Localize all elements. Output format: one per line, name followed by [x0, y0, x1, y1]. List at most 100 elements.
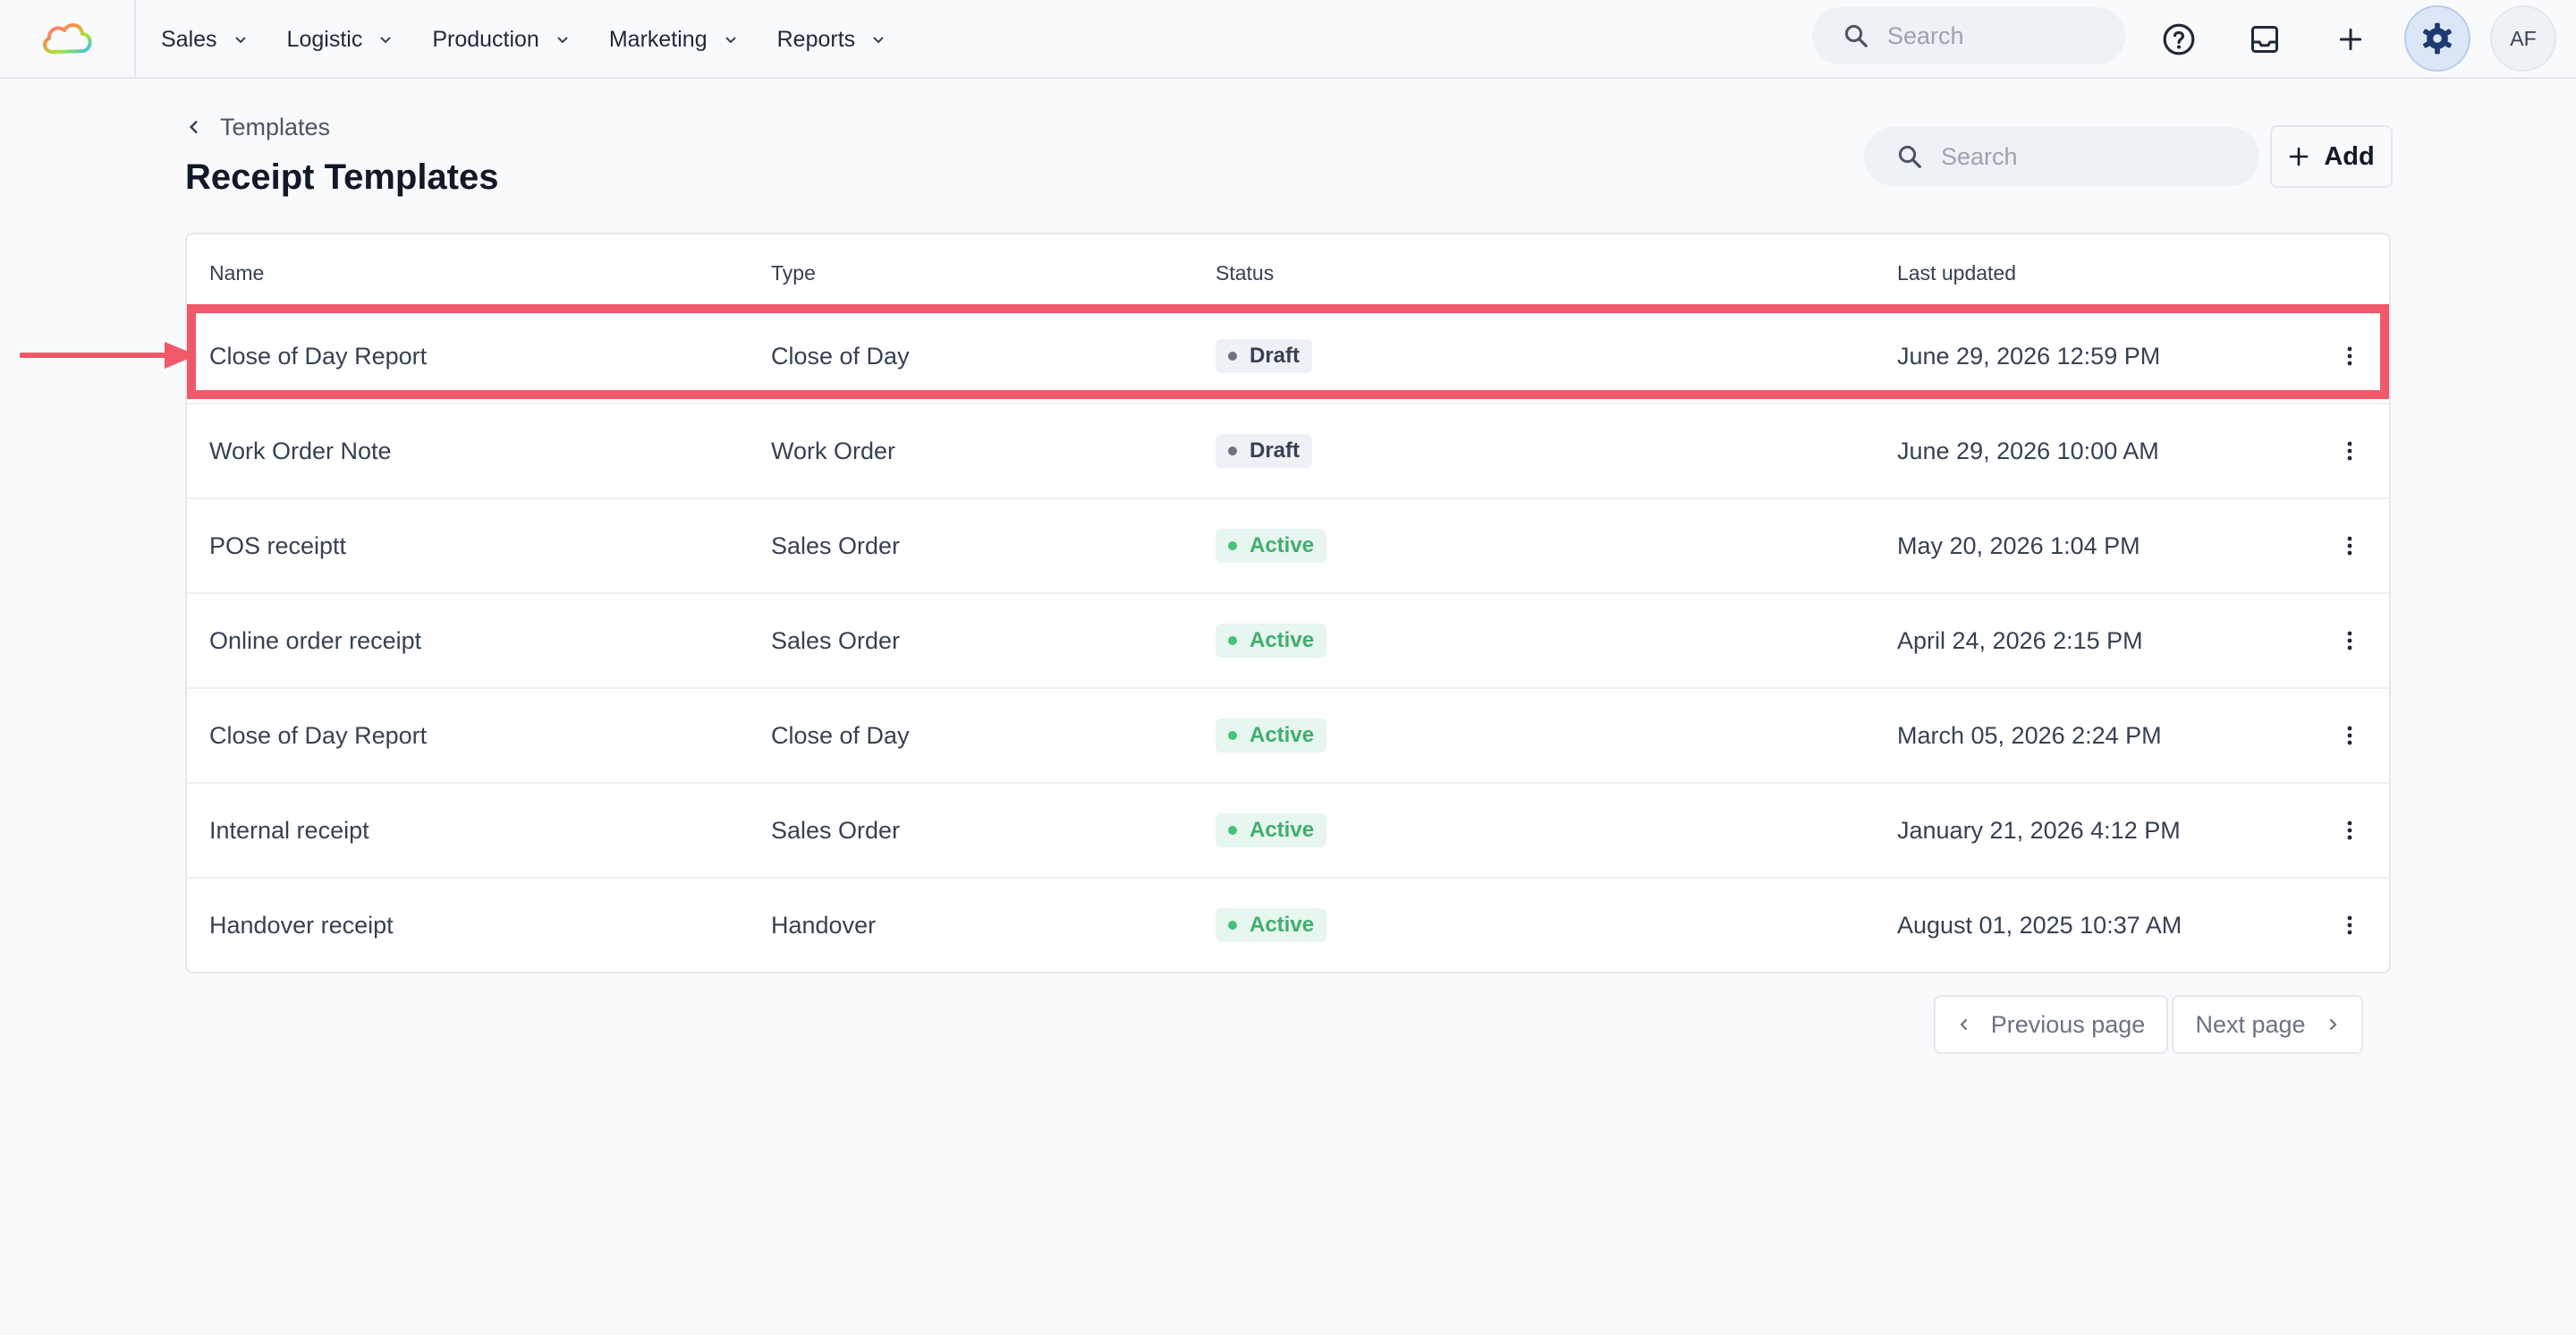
- status-label: Draft: [1250, 438, 1301, 463]
- template-type: Sales Order: [771, 816, 901, 844]
- status-cell: Active: [1216, 594, 1327, 687]
- status-badge: Active: [1216, 813, 1327, 847]
- table-row[interactable]: Online order receipt Sales Order Active Apr…: [187, 592, 2389, 687]
- add-template-button[interactable]: Add: [2270, 125, 2393, 188]
- more-vertical-icon: [2347, 726, 2352, 745]
- column-header-type[interactable]: Type: [771, 261, 816, 285]
- help-button[interactable]: [2154, 14, 2204, 64]
- more-vertical-icon: [2347, 346, 2352, 366]
- template-name[interactable]: POS receiptt: [209, 499, 346, 592]
- help-icon: [2163, 23, 2195, 55]
- column-header-name[interactable]: Name: [209, 261, 264, 285]
- table-row[interactable]: POS receiptt Sales Order Active May 20, 202…: [187, 497, 2389, 592]
- template-name[interactable]: Close of Day Report: [209, 310, 427, 403]
- plus-icon: [2339, 28, 2362, 51]
- more-vertical-icon: [2347, 915, 2352, 935]
- nav-item-logistic[interactable]: Logistic: [287, 13, 394, 66]
- template-type: Sales Order: [771, 626, 901, 654]
- cloud-logo-icon: [43, 23, 92, 54]
- nav-label: Sales: [161, 26, 217, 52]
- table-row[interactable]: Close of Day Report Close of Day Draft June…: [187, 308, 2389, 403]
- template-name[interactable]: Online order receipt: [209, 594, 421, 687]
- status-badge: Active: [1216, 908, 1327, 942]
- search-icon: [1898, 145, 1921, 168]
- column-header-last-updated[interactable]: Last updated: [1897, 261, 2016, 285]
- status-cell: Active: [1216, 879, 1327, 972]
- status-dot-icon: [1228, 352, 1237, 361]
- nav-item-sales[interactable]: Sales: [161, 13, 248, 66]
- arrow-pointer-icon: [20, 342, 197, 369]
- template-type: Sales Order: [771, 531, 901, 559]
- status-dot-icon: [1228, 446, 1237, 455]
- status-cell: Active: [1216, 499, 1327, 592]
- last-updated: June 29, 2026 10:00 AM: [1897, 437, 2159, 464]
- status-cell: Draft: [1216, 310, 1313, 403]
- chevron-right-icon: [2329, 1018, 2337, 1031]
- status-dot-icon: [1228, 636, 1237, 645]
- last-updated: June 29, 2026 12:59 PM: [1897, 342, 2161, 370]
- status-badge: Active: [1216, 624, 1327, 658]
- nav-label: Reports: [776, 26, 856, 52]
- template-type: Work Order: [771, 437, 896, 464]
- row-actions-button[interactable]: [2332, 404, 2368, 497]
- breadcrumb-back-link[interactable]: Templates: [186, 111, 330, 143]
- status-dot-icon: [1228, 541, 1237, 550]
- status-badge: Active: [1216, 719, 1327, 753]
- column-header-status[interactable]: Status: [1216, 261, 1274, 285]
- inbox-icon: [2251, 26, 2278, 53]
- chevron-left-icon: [1960, 1018, 1967, 1031]
- status-badge: Draft: [1216, 434, 1313, 468]
- row-actions-button[interactable]: [2332, 784, 2368, 877]
- avatar-initials: AF: [2510, 26, 2537, 50]
- inbox-button[interactable]: [2240, 14, 2290, 64]
- next-page-button[interactable]: Next page: [2172, 995, 2363, 1054]
- gear-icon: [2423, 22, 2452, 55]
- global-search-input[interactable]: [1887, 21, 2084, 50]
- templates-table: Name Type Status Last updated Close of D…: [185, 233, 2391, 974]
- row-actions-button[interactable]: [2332, 499, 2368, 592]
- create-button[interactable]: [2326, 14, 2376, 64]
- status-label: Active: [1250, 533, 1315, 557]
- breadcrumb-label: Templates: [220, 113, 331, 140]
- row-actions-button[interactable]: [2332, 689, 2368, 782]
- app-logo[interactable]: [0, 0, 136, 79]
- last-updated: January 21, 2026 4:12 PM: [1897, 816, 2181, 844]
- row-actions-button[interactable]: [2332, 310, 2368, 403]
- row-actions-button[interactable]: [2332, 879, 2368, 972]
- global-search[interactable]: [1812, 7, 2125, 64]
- previous-page-button[interactable]: Previous page: [1934, 995, 2168, 1054]
- nav-item-production[interactable]: Production: [432, 13, 570, 66]
- template-search-input[interactable]: [1941, 142, 2138, 171]
- status-badge: Draft: [1216, 339, 1313, 373]
- page-title: Receipt Templates: [185, 157, 499, 197]
- next-page-label: Next page: [2195, 1010, 2306, 1038]
- chevron-down-icon: [873, 37, 884, 44]
- status-cell: Active: [1216, 689, 1327, 782]
- chevron-down-icon: [724, 37, 736, 44]
- table-row[interactable]: Handover receipt Handover Active August 01,…: [187, 877, 2389, 972]
- last-updated: March 05, 2026 2:24 PM: [1897, 721, 2162, 749]
- search-icon: [1844, 24, 1868, 47]
- table-header: Name Type Status Last updated: [187, 234, 2389, 308]
- last-updated: April 24, 2026 2:15 PM: [1897, 626, 2143, 654]
- table-row[interactable]: Internal receipt Sales Order Active January…: [187, 782, 2389, 877]
- template-name[interactable]: Internal receipt: [209, 784, 369, 877]
- avatar[interactable]: AF: [2490, 5, 2556, 72]
- row-actions-button[interactable]: [2332, 594, 2368, 687]
- table-row[interactable]: Close of Day Report Close of Day Active Mar…: [187, 687, 2389, 782]
- template-type: Close of Day: [771, 721, 910, 749]
- template-search[interactable]: [1864, 127, 2259, 186]
- chevron-down-icon: [380, 37, 392, 44]
- nav-item-reports[interactable]: Reports: [777, 13, 886, 66]
- nav-label: Logistic: [286, 26, 363, 52]
- status-badge: Active: [1216, 529, 1327, 563]
- template-name[interactable]: Handover receipt: [209, 879, 394, 972]
- template-name[interactable]: Close of Day Report: [209, 689, 427, 782]
- settings-button[interactable]: [2404, 5, 2470, 72]
- status-dot-icon: [1228, 921, 1237, 930]
- template-name[interactable]: Work Order Note: [209, 404, 392, 497]
- table-row[interactable]: Work Order Note Work Order Draft June 29, 2…: [187, 403, 2389, 497]
- more-vertical-icon: [2347, 821, 2352, 840]
- nav-item-marketing[interactable]: Marketing: [609, 13, 738, 66]
- status-label: Draft: [1250, 344, 1301, 368]
